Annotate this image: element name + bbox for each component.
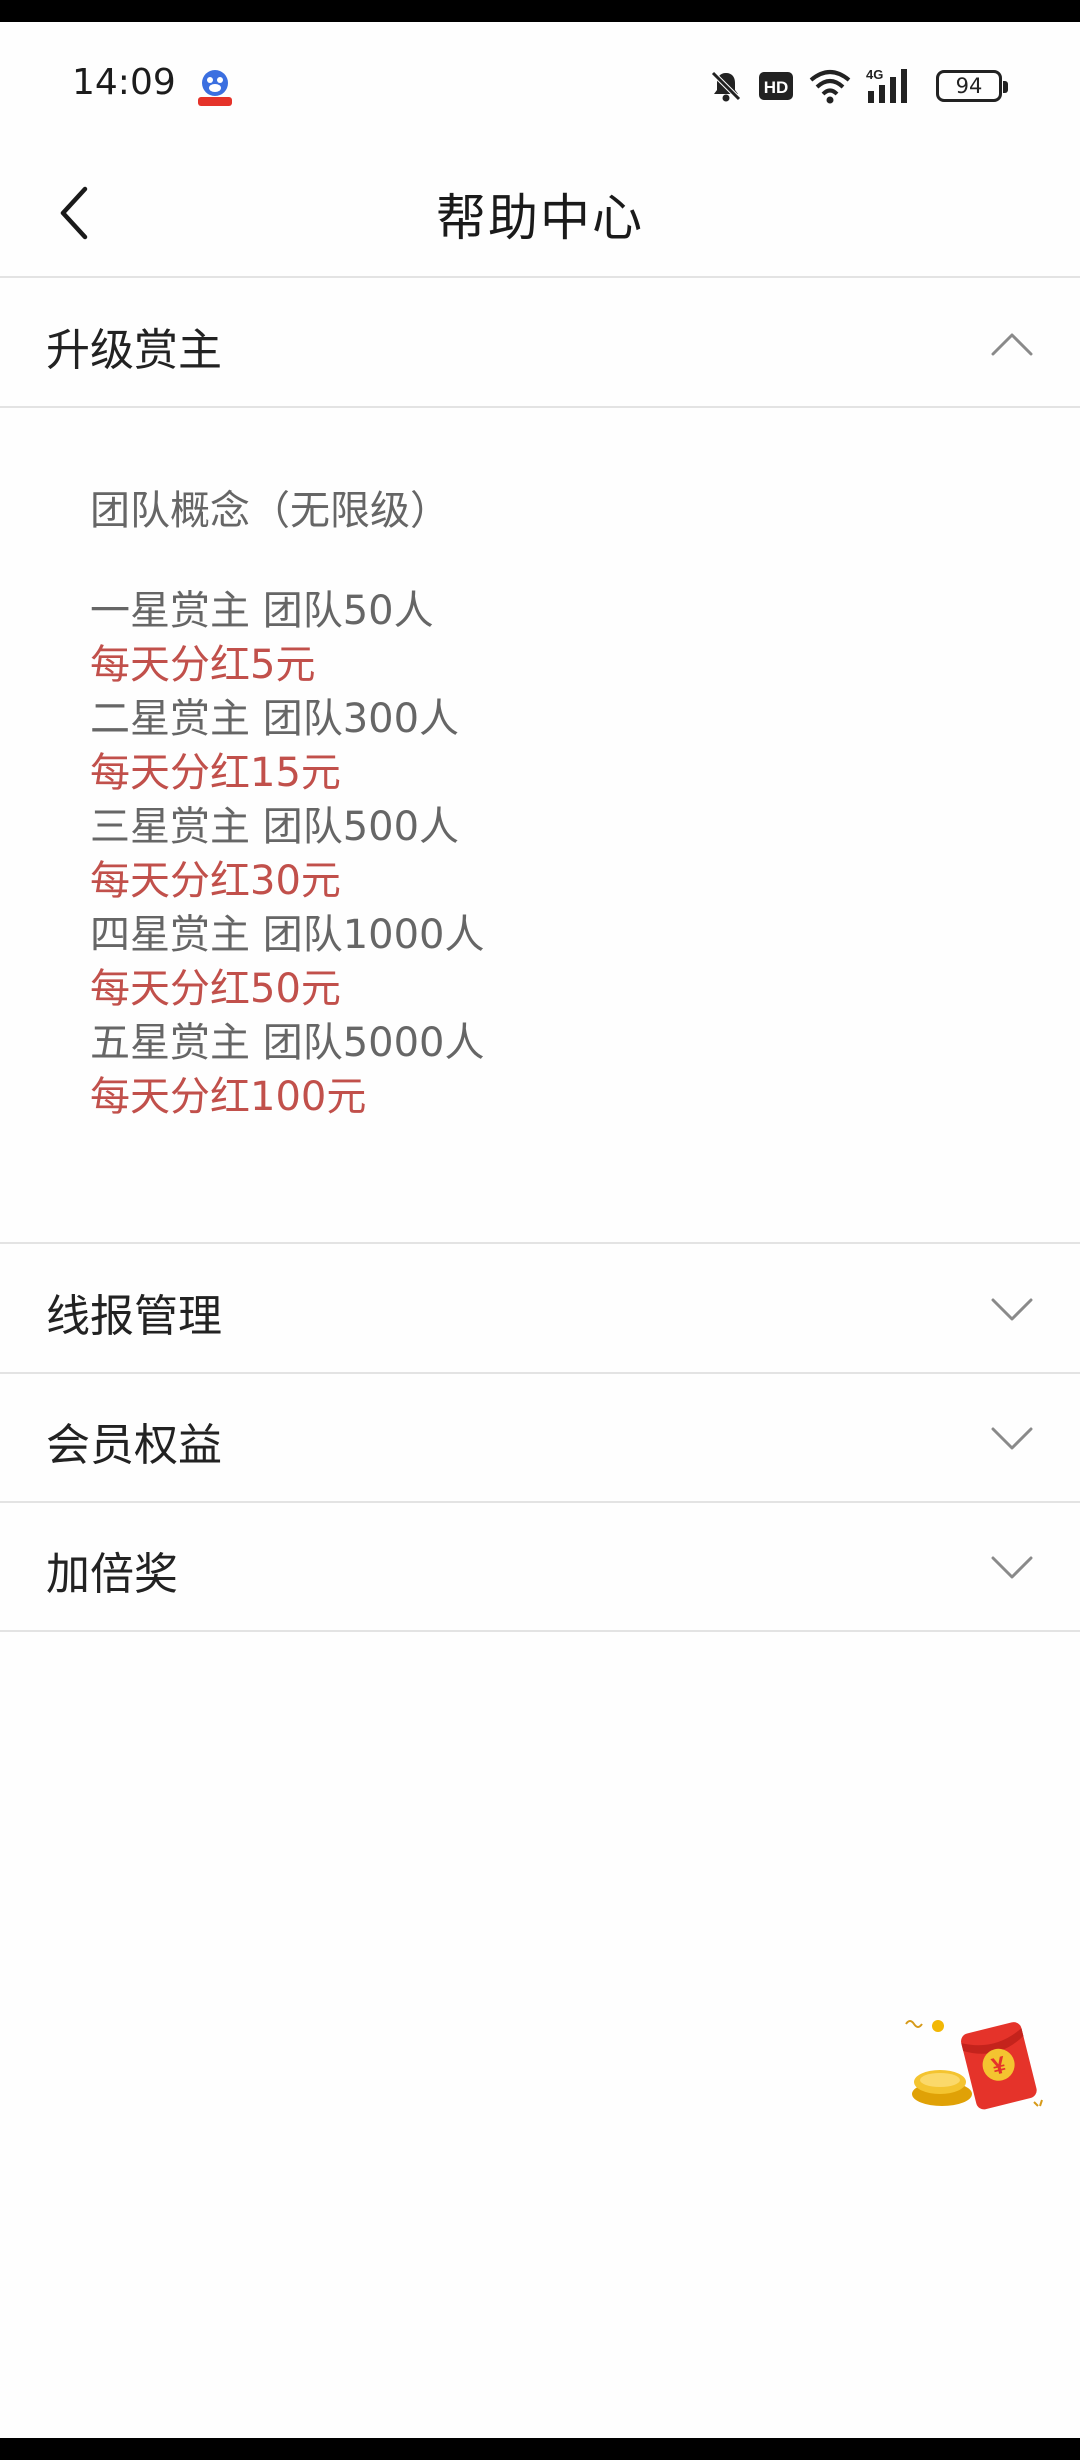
tier-requirement: 五星赏主 团队5000人 (90, 1020, 485, 1066)
faq-section-leads[interactable]: 线报管理 (0, 1246, 1080, 1374)
status-icons: HD 4G 94 (708, 64, 1008, 108)
red-packet-icon: ¥ (905, 2020, 1043, 2110)
tier-bonus: 每天分红100元 (90, 1074, 367, 1120)
tier-bonus: 每天分红15元 (90, 750, 341, 796)
faq-section-title: 会员权益 (46, 1420, 222, 1471)
team-concept-text: 团队概念（无限级） (90, 488, 450, 534)
tier-bonus: 每天分红30元 (90, 858, 341, 904)
nav-bar: 帮助中心 (0, 152, 1080, 278)
status-bar: 14:09 HD 4G 94 (0, 22, 1080, 152)
hd-icon: HD (758, 70, 794, 102)
battery-level: 94 (955, 74, 983, 98)
signal-4g-icon: 4G (866, 67, 914, 105)
tier-bonus: 每天分红5元 (90, 642, 316, 688)
battery-icon: 94 (936, 70, 1008, 102)
app-badge-icon (196, 66, 234, 108)
bell-muted-icon (708, 68, 744, 104)
wifi-icon (808, 68, 852, 104)
svg-text:4G: 4G (866, 67, 883, 82)
chevron-down-icon[interactable] (984, 1411, 1040, 1467)
tier-bonus: 每天分红50元 (90, 966, 341, 1012)
page-title: 帮助中心 (436, 189, 644, 247)
tier-requirement: 一星赏主 团队50人 (90, 588, 434, 634)
bottom-screen-edge (0, 2438, 1080, 2460)
red-packet-button[interactable]: ¥ (902, 2016, 1050, 2116)
faq-section-membership[interactable]: 会员权益 (0, 1375, 1080, 1503)
faq-section-content: 团队概念（无限级） 一星赏主 团队50人 每天分红5元 二星赏主 团队300人 … (0, 408, 1080, 1244)
faq-section-title: 线报管理 (46, 1291, 222, 1342)
svg-text:HD: HD (764, 78, 789, 97)
chevron-up-icon[interactable] (984, 316, 1040, 372)
chevron-down-icon[interactable] (984, 1540, 1040, 1596)
faq-section-double-reward[interactable]: 加倍奖 (0, 1504, 1080, 1632)
tier-list: 一星赏主 团队50人 每天分红5元 二星赏主 团队300人 每天分红15元 三星… (90, 584, 485, 1124)
chevron-down-icon[interactable] (984, 1282, 1040, 1338)
tier-requirement: 二星赏主 团队300人 (90, 696, 460, 742)
faq-section-title: 升级赏主 (46, 325, 222, 376)
faq-section-title: 加倍奖 (46, 1549, 178, 1600)
tier-requirement: 三星赏主 团队500人 (90, 804, 460, 850)
status-time: 14:09 (72, 62, 176, 103)
top-screen-edge (0, 0, 1080, 22)
faq-section-upgrade[interactable]: 升级赏主 (0, 280, 1080, 408)
tier-requirement: 四星赏主 团队1000人 (90, 912, 485, 958)
